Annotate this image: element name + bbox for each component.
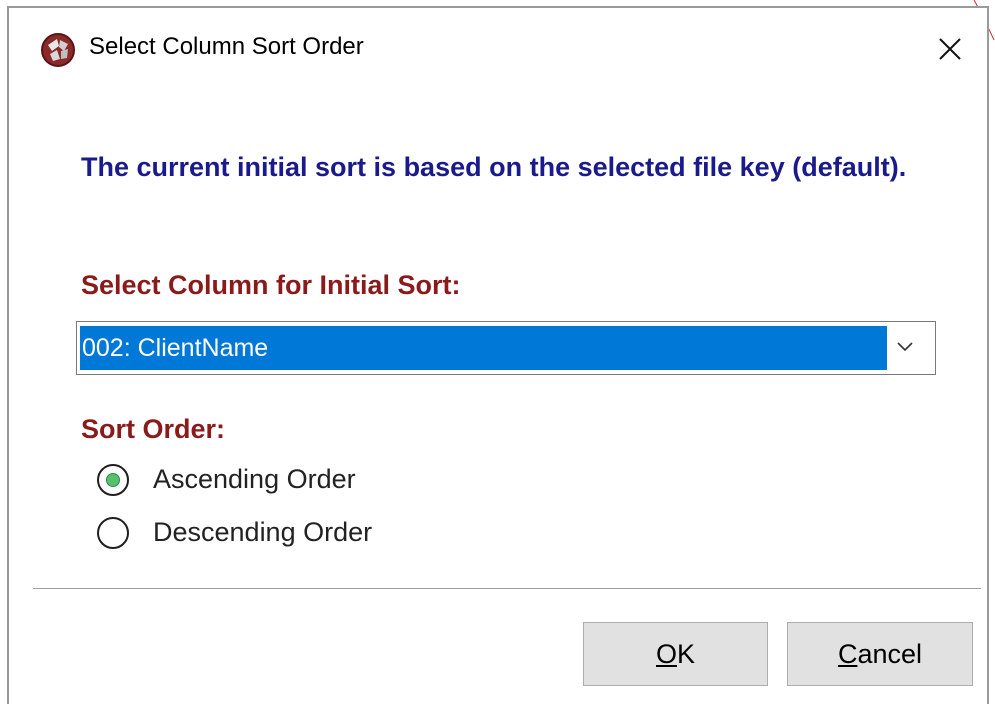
radio-circle[interactable] xyxy=(97,464,129,496)
close-icon xyxy=(939,38,961,60)
radio-circle[interactable] xyxy=(97,517,129,549)
chevron-down-icon xyxy=(897,342,913,352)
app-logo-icon xyxy=(41,33,75,67)
sort-column-select[interactable]: 002: ClientName xyxy=(76,321,936,375)
ok-mnemonic: O xyxy=(655,639,677,669)
button-separator xyxy=(33,588,981,589)
close-button[interactable] xyxy=(925,26,977,72)
title-bar[interactable]: Select Column Sort Order xyxy=(9,8,987,84)
sort-column-selected-value: 002: ClientName xyxy=(80,326,887,370)
radio-selected-dot xyxy=(106,473,120,487)
window-title: Select Column Sort Order xyxy=(89,33,364,60)
ok-label-rest: K xyxy=(677,639,696,669)
ok-button[interactable]: OK xyxy=(583,622,768,686)
sort-column-label: Select Column for Initial Sort: xyxy=(81,270,461,300)
cancel-label-rest: ancel xyxy=(857,639,923,669)
cancel-mnemonic: C xyxy=(837,639,858,669)
descending-order-label[interactable]: Descending Order xyxy=(153,517,372,548)
intro-message: The current initial sort is based on the… xyxy=(81,152,907,182)
dialog-window: Select Column Sort Order The current ini… xyxy=(7,6,989,704)
ascending-order-label[interactable]: Ascending Order xyxy=(153,464,356,495)
cancel-button[interactable]: Cancel xyxy=(787,622,973,686)
sort-order-label: Sort Order: xyxy=(81,414,226,444)
